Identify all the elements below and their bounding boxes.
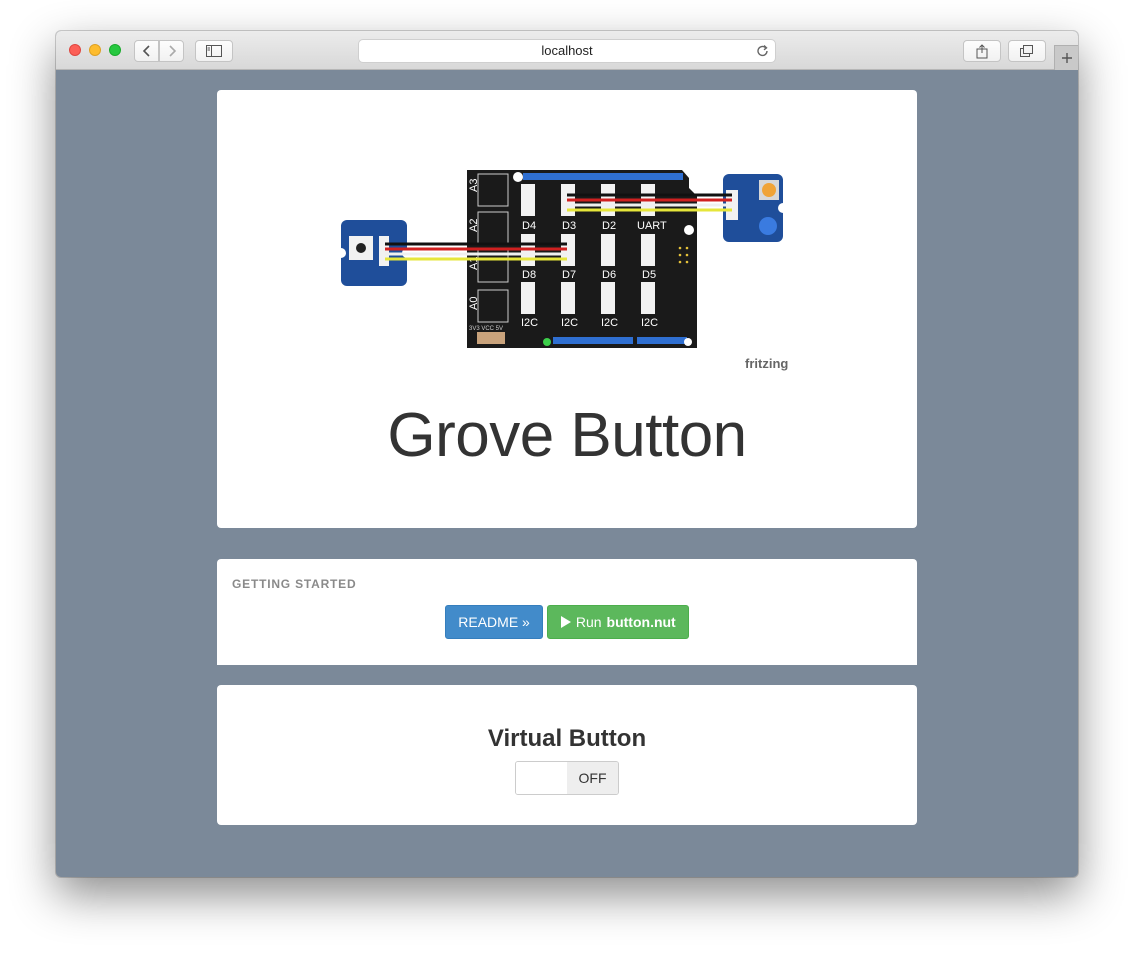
- zoom-window-button[interactable]: [109, 44, 121, 56]
- browser-window: localhost A3 A2 A1 A0 3V3 VCC 5V D4 D3 D…: [56, 31, 1078, 877]
- run-filename: button.nut: [606, 614, 676, 630]
- address-bar[interactable]: localhost: [358, 39, 776, 63]
- url-text: localhost: [541, 43, 593, 58]
- tabs-button[interactable]: [1008, 40, 1046, 62]
- toggle-knob[interactable]: [516, 762, 567, 794]
- play-icon: [560, 616, 571, 628]
- tabs-icon: [1020, 45, 1033, 57]
- readme-label: README »: [458, 614, 530, 630]
- new-tab-icon: [1061, 53, 1072, 63]
- port-label: D6: [602, 269, 616, 281]
- port-label: UART: [637, 220, 667, 232]
- page-title: Grove Button: [387, 401, 747, 470]
- new-tab-button[interactable]: [1054, 45, 1078, 70]
- virtual-button-toggle[interactable]: OFF: [515, 761, 619, 795]
- sidebar-button[interactable]: [195, 40, 233, 62]
- close-window-button[interactable]: [69, 44, 81, 56]
- action-buttons: README » Run button.nut: [217, 605, 917, 639]
- readme-button[interactable]: README »: [445, 605, 543, 639]
- share-button[interactable]: [963, 40, 1001, 62]
- port-label: A0: [468, 297, 480, 310]
- fritzing-credit: fritzing: [745, 356, 788, 371]
- share-icon: [976, 43, 988, 58]
- hero-card: A3 A2 A1 A0 3V3 VCC 5V D4 D3 D2 UART D8 …: [217, 90, 917, 528]
- port-label: D4: [522, 220, 536, 232]
- port-label: A3: [468, 179, 480, 192]
- port-label: D5: [642, 269, 656, 281]
- power-label: 3V3 VCC 5V: [469, 326, 503, 332]
- port-label: I2C: [521, 317, 538, 329]
- back-icon: [142, 45, 150, 57]
- browser-toolbar: localhost: [56, 31, 1078, 70]
- virtual-button-title: Virtual Button: [487, 725, 647, 752]
- minimize-window-button[interactable]: [89, 44, 101, 56]
- port-label: D8: [522, 269, 536, 281]
- port-label: I2C: [561, 317, 578, 329]
- toggle-state-label: OFF: [567, 762, 618, 794]
- port-label: I2C: [641, 317, 658, 329]
- reload-icon[interactable]: [756, 44, 770, 58]
- port-label: A2: [468, 219, 480, 232]
- run-label: Run: [575, 614, 602, 630]
- virtual-button-card: Virtual Button OFF: [217, 685, 917, 825]
- port-label: D2: [602, 220, 616, 232]
- forward-icon: [168, 45, 176, 57]
- port-label: I2C: [601, 317, 618, 329]
- port-label: D3: [562, 220, 576, 232]
- port-label: D7: [562, 269, 576, 281]
- run-button[interactable]: Run button.nut: [546, 605, 689, 639]
- getting-started-card: GETTING STARTED README » Run button.nut: [217, 559, 917, 665]
- back-button[interactable]: [134, 40, 159, 62]
- wiring-diagram: A3 A2 A1 A0 3V3 VCC 5V D4 D3 D2 UART D8 …: [337, 170, 788, 371]
- grove-rotary-module: [723, 174, 788, 242]
- getting-started-label: GETTING STARTED: [232, 577, 357, 591]
- sidebar-icon: [206, 45, 222, 57]
- forward-button[interactable]: [159, 40, 184, 62]
